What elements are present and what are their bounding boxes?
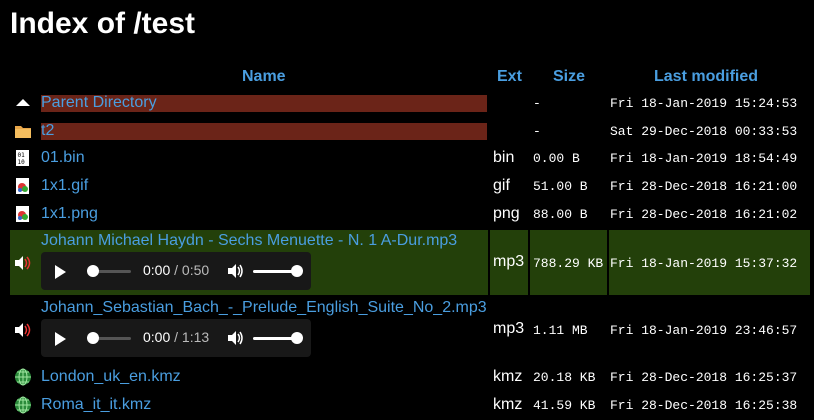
column-header-modified[interactable]: Last modified bbox=[654, 67, 758, 87]
audio-player: 0:00 / 0:50 bbox=[41, 252, 311, 290]
file-modified: Fri 18-Jan-2019 23:46:57 bbox=[610, 323, 798, 338]
file-size: 88.00 B bbox=[533, 207, 588, 222]
time-display: 0:00 / 1:13 bbox=[143, 329, 210, 345]
file-size: 1.11 MB bbox=[533, 323, 588, 338]
table-row: t2 - Sat 29-Dec-2018 00:33:53 bbox=[10, 121, 810, 141]
file-ext: kmz bbox=[493, 368, 523, 385]
file-size: - bbox=[533, 96, 541, 111]
column-header-name[interactable]: Name bbox=[242, 67, 286, 87]
file-modified: Fri 28-Dec-2018 16:25:37 bbox=[610, 370, 798, 385]
play-icon[interactable] bbox=[55, 332, 66, 346]
file-link[interactable]: London_uk_en.kmz bbox=[41, 368, 181, 386]
volume-icon[interactable] bbox=[227, 330, 245, 346]
file-size: 788.29 KB bbox=[533, 256, 604, 271]
file-modified: Fri 18-Jan-2019 15:37:32 bbox=[610, 256, 798, 271]
file-modified: Fri 28-Dec-2018 16:21:00 bbox=[610, 179, 798, 194]
time-display: 0:00 / 0:50 bbox=[143, 262, 210, 278]
file-modified: Fri 18-Jan-2019 18:54:49 bbox=[610, 151, 798, 166]
globe-icon bbox=[15, 368, 31, 386]
column-header-size[interactable]: Size bbox=[553, 67, 585, 87]
audio-player: 0:00 / 1:13 bbox=[41, 319, 311, 357]
file-modified: Fri 28-Dec-2018 16:21:02 bbox=[610, 207, 798, 222]
volume-icon[interactable] bbox=[227, 263, 245, 279]
parent-arrow-icon bbox=[16, 99, 30, 106]
folder-link[interactable]: t2 bbox=[41, 122, 54, 140]
globe-icon bbox=[15, 396, 31, 414]
table-row: London_uk_en.kmz kmz 20.18 KB Fri 28-Dec… bbox=[10, 368, 810, 388]
page-title: Index of /test bbox=[10, 7, 196, 40]
folder-icon bbox=[15, 126, 31, 138]
play-icon[interactable] bbox=[55, 265, 66, 279]
volume-knob[interactable] bbox=[291, 332, 303, 344]
audio-file-icon bbox=[15, 323, 31, 337]
svg-text:10: 10 bbox=[18, 159, 26, 166]
file-link[interactable]: 01.bin bbox=[41, 149, 85, 167]
seek-knob[interactable] bbox=[87, 265, 99, 277]
file-link[interactable]: 1x1.png bbox=[41, 205, 98, 223]
table-row: Johann_Sebastian_Bach_-_Prelude_English_… bbox=[10, 298, 810, 360]
file-size: 20.18 KB bbox=[533, 370, 596, 385]
file-link[interactable]: 1x1.gif bbox=[41, 177, 88, 195]
file-ext: mp3 bbox=[493, 253, 525, 270]
volume-knob[interactable] bbox=[291, 265, 303, 277]
table-row: Johann Michael Haydn - Sechs Menuette - … bbox=[10, 230, 810, 295]
audio-file-icon bbox=[15, 256, 31, 270]
table-row: Parent Directory - Fri 18-Jan-2019 15:24… bbox=[10, 93, 810, 113]
file-size: 51.00 B bbox=[533, 179, 588, 194]
image-file-icon bbox=[16, 206, 29, 222]
file-link[interactable]: Johann Michael Haydn - Sechs Menuette - … bbox=[41, 232, 457, 250]
image-file-icon bbox=[16, 178, 29, 194]
file-modified: Fri 18-Jan-2019 15:24:53 bbox=[610, 96, 798, 111]
file-modified: Fri 28-Dec-2018 16:25:38 bbox=[610, 398, 798, 413]
seek-knob[interactable] bbox=[87, 332, 99, 344]
file-link[interactable]: Johann_Sebastian_Bach_-_Prelude_English_… bbox=[41, 299, 487, 317]
column-header-ext[interactable]: Ext bbox=[497, 67, 522, 87]
file-modified: Sat 29-Dec-2018 00:33:53 bbox=[610, 124, 798, 139]
file-size: 41.59 KB bbox=[533, 398, 596, 413]
svg-text:01: 01 bbox=[18, 152, 26, 159]
table-row: Roma_it_it.kmz kmz 41.59 KB Fri 28-Dec-2… bbox=[10, 396, 810, 416]
file-size: 0.00 B bbox=[533, 151, 580, 166]
table-row: 01 10 01.bin bin 0.00 B Fri 18-Jan-2019 1… bbox=[10, 149, 810, 169]
parent-directory-link[interactable]: Parent Directory bbox=[41, 94, 157, 112]
file-ext: bin bbox=[493, 149, 515, 166]
file-ext: kmz bbox=[493, 396, 523, 413]
binary-file-icon: 0110 bbox=[16, 150, 29, 166]
file-ext: gif bbox=[493, 177, 510, 194]
file-size: - bbox=[533, 124, 541, 139]
file-ext: mp3 bbox=[493, 320, 525, 337]
file-link[interactable]: Roma_it_it.kmz bbox=[41, 396, 151, 414]
table-row: 1x1.gif gif 51.00 B Fri 28-Dec-2018 16:2… bbox=[10, 177, 810, 197]
file-ext: png bbox=[493, 205, 520, 222]
table-row: 1x1.png png 88.00 B Fri 28-Dec-2018 16:2… bbox=[10, 205, 810, 225]
